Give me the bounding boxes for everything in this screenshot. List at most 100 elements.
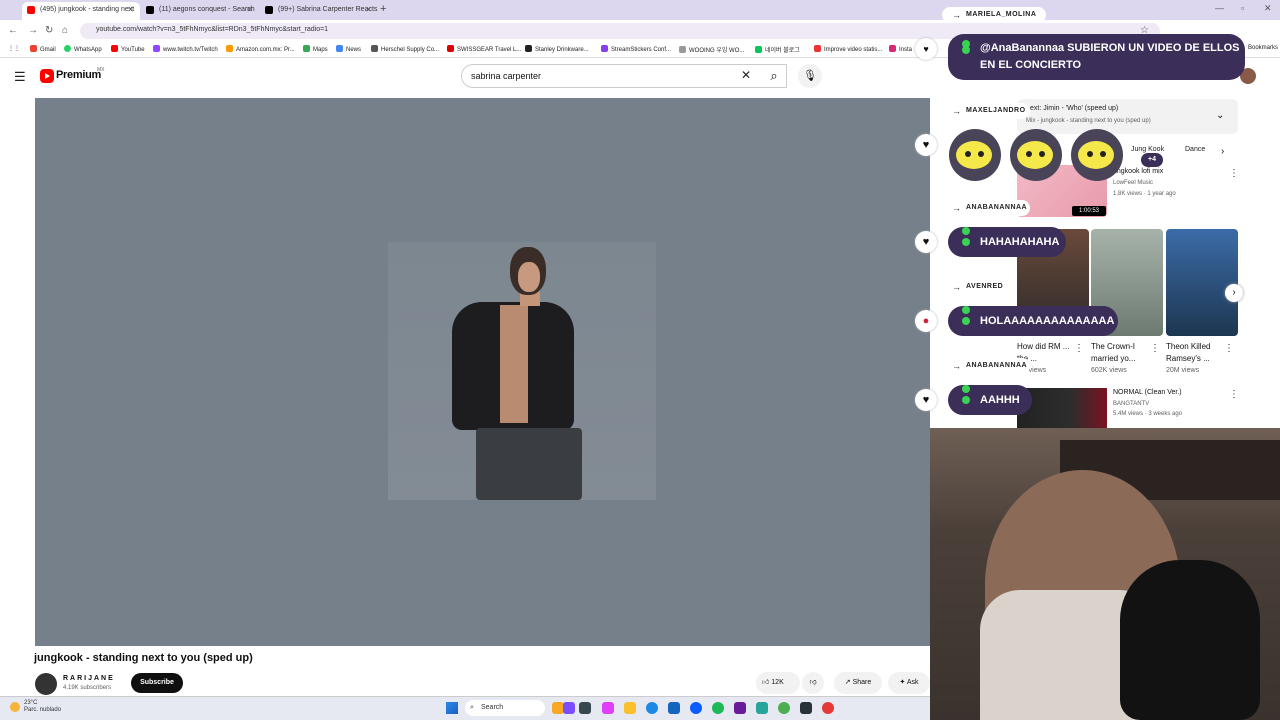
- chat-username: AVENRED: [942, 279, 1006, 295]
- apps-icon[interactable]: ⋮⋮: [8, 45, 20, 52]
- taskbar-app-icon[interactable]: [563, 702, 575, 714]
- close-tab-icon[interactable]: ✕: [246, 2, 253, 18]
- bookmark-improve-video[interactable]: Improve video statis...: [814, 45, 882, 53]
- channel-avatar[interactable]: [35, 673, 57, 695]
- bookmark-wooing[interactable]: WOOING 우잉 WO...: [679, 45, 744, 54]
- short-thumbnail[interactable]: [1166, 229, 1238, 336]
- video-title: jungkook - standing next to you (sped up…: [34, 652, 253, 664]
- bookmark-herschel[interactable]: Herschel Supply Co...: [371, 45, 439, 53]
- weather-widget[interactable]: 23°C Parc. nublado: [24, 700, 61, 714]
- short-title[interactable]: The Crown-I married yo...: [1091, 341, 1153, 365]
- taskbar-app-icon[interactable]: [602, 702, 614, 714]
- short-title[interactable]: Theon Killed Ramsey's ...: [1166, 341, 1228, 365]
- shorts-next-arrow-icon[interactable]: ›: [1225, 284, 1243, 302]
- chat-username: MAXELJANDRO: [942, 103, 1030, 119]
- bookmark-instagram[interactable]: Insta: [889, 45, 912, 53]
- bookmark-amazon[interactable]: Amazon.com.mx: Pr...: [226, 45, 295, 53]
- browser-tab-x[interactable]: (11) aegons conquest - Search ✕: [141, 2, 259, 20]
- bookmark-swissgear[interactable]: SWISSGEAR Travel L...: [447, 45, 521, 53]
- channel-name[interactable]: RARIJANE: [63, 675, 115, 682]
- minimize-icon[interactable]: —: [1215, 3, 1224, 13]
- forward-icon[interactable]: →: [28, 25, 38, 36]
- microphone-icon[interactable]: 🎙: [798, 64, 822, 88]
- clear-search-icon[interactable]: ✕: [741, 68, 751, 82]
- tab-label: (495) jungkook - standing next: [40, 6, 135, 13]
- thumbs-down-icon: 👎︎: [809, 679, 817, 686]
- bookmark-twitch[interactable]: www.twitch.tv/Twitch: [153, 45, 218, 53]
- chevron-down-icon[interactable]: ⌄: [1216, 110, 1224, 121]
- home-icon[interactable]: ⌂: [62, 25, 68, 36]
- chip-jung-kook[interactable]: Jung Kook: [1131, 146, 1164, 153]
- close-tab-icon[interactable]: ✕: [365, 2, 372, 18]
- close-tab-icon[interactable]: ✕: [127, 2, 134, 18]
- browser-tab-youtube[interactable]: (495) jungkook - standing next ✕: [22, 2, 140, 20]
- url-text[interactable]: youtube.com/watch?v=n3_5tFhNmyc&list=RDn…: [96, 26, 328, 33]
- chip-dance[interactable]: Dance: [1185, 146, 1205, 153]
- bookmark-news[interactable]: News: [336, 45, 361, 53]
- maximize-icon[interactable]: ▫: [1241, 3, 1244, 13]
- chevron-right-icon[interactable]: ›: [1221, 146, 1224, 157]
- chat-username: ANABANANNAA: [942, 358, 1030, 374]
- thumbs-up-icon: 👍︎: [762, 679, 770, 686]
- all-bookmarks[interactable]: Bookmarks: [1248, 45, 1278, 51]
- bookmark-maps[interactable]: Maps: [303, 45, 328, 53]
- emote-icon: [1010, 129, 1062, 181]
- more-options-icon[interactable]: ⋮: [1224, 343, 1234, 354]
- search-value[interactable]: sabrina carpenter: [471, 71, 541, 81]
- new-tab-button[interactable]: +: [380, 3, 386, 15]
- tab-label: (11) aegons conquest - Search: [159, 6, 255, 13]
- subscribe-button[interactable]: Subscribe: [131, 673, 183, 693]
- taskbar-app-icon[interactable]: [800, 702, 812, 714]
- playlist-next-subtitle: Mix - jungkook - standing next to you (s…: [1026, 118, 1151, 124]
- bookmark-naver-blog[interactable]: 네이버 블로그: [755, 45, 800, 54]
- subscriber-count: 4.19K subscribers: [63, 685, 112, 691]
- folder-icon[interactable]: [624, 702, 636, 714]
- sparkle-icon: ✦: [899, 679, 906, 686]
- more-options-icon[interactable]: ⋮: [1229, 389, 1239, 400]
- weather-icon[interactable]: [10, 702, 20, 712]
- more-options-icon[interactable]: ⋮: [1074, 343, 1084, 354]
- emote-icon: [1071, 129, 1123, 181]
- dislike-button[interactable]: 👎︎: [802, 672, 824, 694]
- taskbar-search[interactable]: ⌕ Search: [465, 700, 545, 716]
- menu-icon[interactable]: ☰: [14, 69, 26, 85]
- premium-logo-text[interactable]: Premium: [56, 69, 101, 81]
- bookmark-stanley[interactable]: Stanley Drinkware...: [525, 45, 589, 53]
- spotify-icon[interactable]: [712, 702, 724, 714]
- rec-title[interactable]: ungkook lofi mix: [1113, 168, 1163, 175]
- close-window-icon[interactable]: ✕: [1264, 3, 1272, 14]
- share-button[interactable]: ↗ Share: [834, 672, 882, 694]
- ask-button[interactable]: ✦ Ask: [888, 672, 930, 694]
- edge-browser-icon[interactable]: [646, 702, 658, 714]
- zoom-icon[interactable]: [690, 702, 702, 714]
- like-button[interactable]: 👍︎ 12K: [756, 672, 800, 694]
- search-icon: ⌕: [470, 704, 474, 711]
- chat-message: HAHAHAHAHA: [948, 227, 1066, 257]
- bookmark-gmail[interactable]: Gmail: [30, 45, 56, 53]
- search-icon[interactable]: ⌕: [760, 64, 788, 88]
- youtube-logo-icon[interactable]: [40, 69, 54, 83]
- rec-channel[interactable]: BANGTANTV: [1113, 401, 1149, 407]
- artwork-figure-face: [518, 262, 540, 292]
- obs-icon[interactable]: [822, 702, 834, 714]
- browser-tab-tiktok[interactable]: (99+) Sabrina Carpenter Reacts ✕: [260, 2, 378, 20]
- windows-start-icon[interactable]: [446, 702, 458, 714]
- bookmark-streamstickers[interactable]: StreamStickers Conf...: [601, 45, 671, 53]
- rec-meta: 1.8K views · 1 year ago: [1113, 191, 1176, 197]
- more-options-icon[interactable]: ⋮: [1150, 343, 1160, 354]
- online-dot-icon: [962, 317, 970, 325]
- taskbar-app-icon[interactable]: [668, 702, 680, 714]
- taskbar-app-icon[interactable]: [734, 702, 746, 714]
- rec-channel[interactable]: LowFeel Music: [1113, 180, 1153, 186]
- taskbar-app-icon[interactable]: [579, 702, 591, 714]
- taskbar-app-icon[interactable]: [756, 702, 768, 714]
- rec-title[interactable]: NORMAL (Clean Ver.): [1113, 389, 1182, 396]
- chrome-icon[interactable]: [778, 702, 790, 714]
- reload-icon[interactable]: ↻: [45, 25, 53, 36]
- bookmark-youtube[interactable]: YouTube: [111, 45, 145, 53]
- bookmark-whatsapp[interactable]: WhatsApp: [64, 45, 102, 53]
- more-options-icon[interactable]: ⋮: [1229, 168, 1239, 179]
- heart-icon: ♥: [915, 38, 937, 60]
- heart-icon: ♥: [915, 134, 937, 156]
- back-icon[interactable]: ←: [8, 25, 18, 36]
